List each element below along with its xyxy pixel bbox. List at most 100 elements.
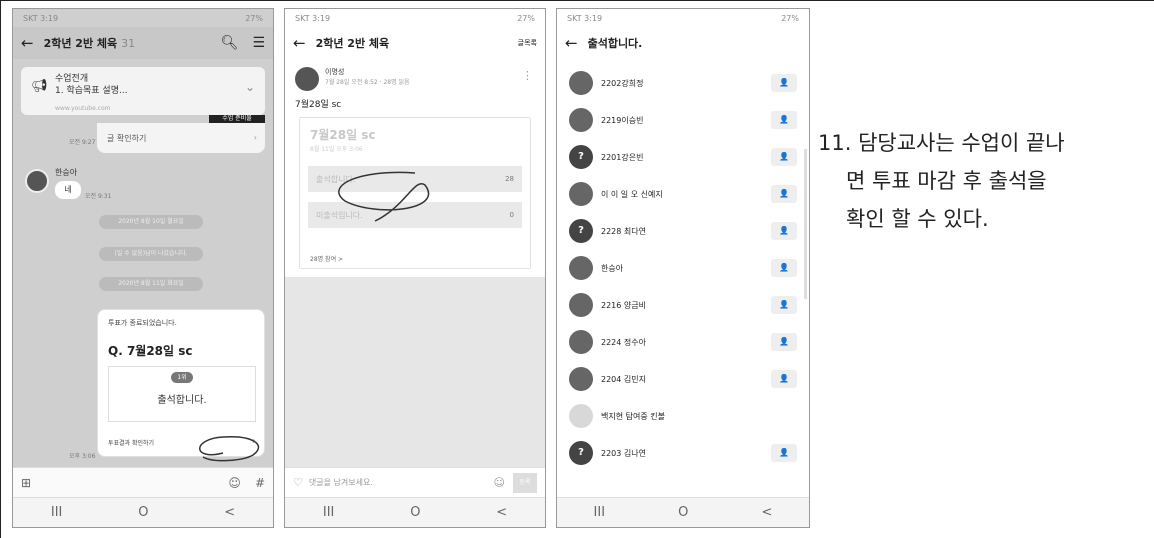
message-time: 오전 9:31 [85,193,112,200]
home-button[interactable]: O [410,505,420,520]
add-friend-icon[interactable]: 👤 [771,111,797,129]
notice-line1: 수업전개 [55,74,89,84]
voters-title: 출석합니다. [587,37,643,50]
carrier-time: SKT 3:19 [295,13,331,23]
vote-result-link[interactable]: 투표결과 확인하기 [108,438,154,447]
add-icon[interactable]: ⊞ [21,476,31,490]
list-item[interactable]: 2216 양금비 👤 [557,289,809,321]
add-friend-icon[interactable]: 👤 [771,444,797,462]
menu-icon[interactable]: ☰ [252,35,265,51]
avatar [569,293,593,317]
status-bar: SKT 3:19 27% [13,9,273,27]
avatar [569,108,593,132]
status-bar: SKT 3:19 27% [285,9,545,27]
view-post-card[interactable]: 글 확인하기 › [97,123,265,153]
back-arrow-icon[interactable]: ← [293,34,306,52]
list-item[interactable]: ? 2201강은빈 👤 [557,141,809,173]
emoji-icon[interactable]: ☺ [494,476,505,489]
list-item[interactable]: 2219이승빈 👤 [557,104,809,136]
post-list-link[interactable]: 글목록 [518,38,537,48]
sender-name: 한승아 [55,168,78,177]
heart-icon[interactable]: ♡ [293,476,303,489]
student-name: 2216 양금비 [601,300,646,310]
list-item[interactable]: 2204 김민지 👤 [557,363,809,395]
more-options-icon[interactable]: ⋮ [522,69,533,82]
submit-button[interactable]: 등록 [513,472,537,493]
scrollbar[interactable] [804,149,807,299]
avatar[interactable] [25,169,49,193]
list-item[interactable]: 2202강희정 👤 [557,67,809,99]
avatar [569,182,593,206]
avatar [569,330,593,354]
avatar [569,367,593,391]
add-friend-icon[interactable]: 👤 [771,222,797,240]
add-friend-icon[interactable]: 👤 [771,333,797,351]
phone-chat-screen: SKT 3:19 27% ← 2학년 2반 체육 31 🔍︎ ☰ 📢︎ 수업전개… [12,8,274,528]
message-time: 오후 3:06 [69,453,96,460]
add-friend-icon[interactable]: 👤 [771,185,797,203]
poll-title: 7월28일 sc [310,128,376,142]
add-friend-icon[interactable]: 👤 [771,148,797,166]
list-item[interactable]: 2224 정수아 👤 [557,326,809,358]
author-name: 이명성 [325,68,345,76]
student-name: 2224 정수아 [601,337,646,347]
caption-line: 확인 할 수 있다. [846,207,989,231]
add-friend-icon[interactable]: 👤 [771,370,797,388]
back-arrow-icon[interactable]: ← [565,34,578,52]
hashtag-icon[interactable]: # [255,476,265,490]
back-arrow-icon[interactable]: ← [21,34,34,52]
recent-apps-button[interactable]: III [594,505,606,520]
android-nav-bar: III O < [557,497,809,527]
avatar: ? [569,145,593,169]
avatar [569,256,593,280]
instruction-caption: 11. 담당교사는 수업이 끝나 면 투표 마감 후 출석을 확인 할 수 있다… [818,124,1150,238]
back-button[interactable]: < [762,505,773,520]
home-button[interactable]: O [678,505,688,520]
poll-option-attend[interactable]: 출석합니다. 28 [308,166,522,192]
list-item[interactable]: 백지현 탐여중 킨볼 [557,400,809,432]
add-friend-icon[interactable]: 👤 [771,259,797,277]
black-badge: 수업 준비물 [209,115,265,123]
add-friend-icon[interactable]: 👤 [771,296,797,314]
poll-option-label: 출석합니다. [316,174,356,184]
phone-voters-screen: SKT 3:19 27% ← 출석합니다. 2202강희정 👤 2219이승빈 … [556,8,810,528]
avatar[interactable] [295,67,319,91]
poll-option-count: 0 [509,211,514,219]
recent-apps-button[interactable]: III [323,505,335,520]
vote-ended-label: 투표가 종료되었습니다. [108,319,177,327]
student-name: 이 이 일 오 신예지 [601,189,663,199]
list-item[interactable]: 이 이 일 오 신예지 👤 [557,178,809,210]
add-friend-icon[interactable]: 👤 [771,74,797,92]
vote-card[interactable]: 투표가 종료되었습니다. Q. 7월28일 sc 1위 출석합니다. 투표결과 … [97,309,265,457]
view-post-label: 글 확인하기 [107,134,147,143]
home-button[interactable]: O [138,505,148,520]
notice-banner[interactable]: 📢︎ 수업전개 1. 학습목표 설명... www.youtube.com ⌄ [21,67,265,115]
caption-line: 면 투표 마감 후 출석을 [846,169,1047,193]
date-separator: 2020년 8월 10일 월요일 [99,215,203,229]
megaphone-icon: 📢︎ [31,79,48,94]
chevron-right-icon: › [253,133,257,142]
recent-apps-button[interactable]: III [51,505,63,520]
status-bar: SKT 3:19 27% [557,9,809,27]
android-nav-bar: III O < [13,497,273,527]
post-header-title: 2학년 2반 체육 [315,37,390,50]
back-button[interactable]: < [224,505,235,520]
poll-date: 8월 11일 오후 3:06 [310,146,363,153]
chat-title: 2학년 2반 체육 [43,37,118,50]
poll-option-absent[interactable]: 미출석입니다. 0 [308,202,522,228]
participants-link[interactable]: 28명 참여 > [310,254,343,263]
chat-input-bar: ⊞ ☺ # [13,467,273,497]
member-count: 31 [121,36,136,50]
list-item[interactable]: ? 2203 김나연 👤 [557,437,809,469]
comment-input[interactable]: 댓글을 남겨보세요. [309,477,373,488]
vote-option-label: 출석합니다. [157,395,207,406]
chevron-down-icon[interactable]: ⌄ [245,81,255,93]
avatar: ? [569,219,593,243]
carrier-time: SKT 3:19 [567,13,603,23]
search-icon[interactable]: 🔍︎ [221,35,239,51]
student-name: 한승아 [601,263,624,273]
emoji-icon[interactable]: ☺ [228,476,241,490]
list-item[interactable]: ? 2228 최다연 👤 [557,215,809,247]
list-item[interactable]: 한승아 👤 [557,252,809,284]
back-button[interactable]: < [496,505,507,520]
